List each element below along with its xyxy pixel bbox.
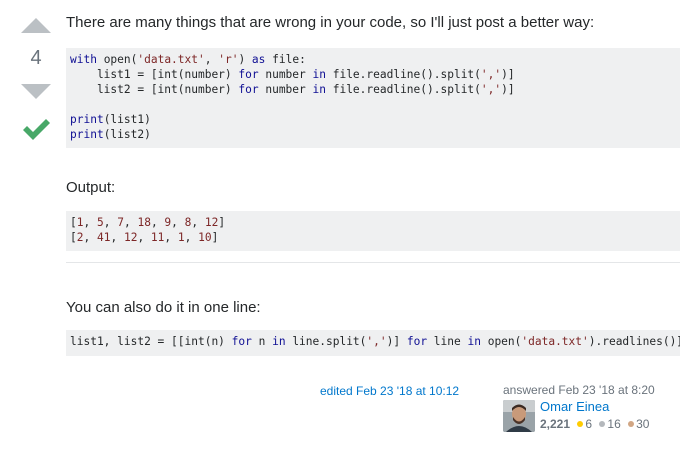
answered-time: answered Feb 23 '18 at 8:20 — [503, 383, 655, 397]
silver-badge-count: 16 — [607, 417, 621, 431]
code-token: , — [103, 216, 118, 229]
code-token: ] — [211, 231, 219, 244]
code-token: number — [258, 83, 313, 96]
intro-text: There are many things that are wrong in … — [66, 14, 595, 31]
code-token: 1 — [177, 231, 185, 244]
user-card: answered Feb 23 '18 at 8:20 Omar Einea 2… — [503, 383, 683, 432]
code-token: , — [83, 216, 97, 229]
code-token: 41 — [96, 231, 111, 244]
code-token: file: — [265, 53, 306, 66]
edited-link[interactable]: edited Feb 23 '18 at 10:12 — [320, 384, 459, 398]
code-token: ] — [218, 216, 226, 229]
code-token: , — [191, 216, 205, 229]
code-token: list1 = [int(number) — [70, 68, 239, 81]
code-line: [2, 41, 12, 11, 1, 10] — [70, 230, 680, 245]
divider — [66, 262, 680, 263]
code-token: in — [312, 68, 326, 81]
code-token: , — [184, 231, 199, 244]
code-token: as — [251, 53, 266, 66]
code-token: , — [204, 53, 219, 66]
oneline-label: You can also do it in one line: — [66, 299, 261, 316]
output-label: Output: — [66, 179, 116, 196]
code-token: for — [406, 335, 428, 348]
code-token: 5 — [96, 216, 104, 229]
code-token: ',' — [480, 83, 502, 96]
code-token: , — [164, 231, 178, 244]
code-line: list1, list2 = [[int(n) for n in line.sp… — [70, 334, 680, 349]
vote-score: 4 — [30, 47, 42, 69]
code-token: in — [272, 335, 286, 348]
code-line: [1, 5, 7, 18, 9, 8, 12] — [70, 215, 680, 230]
downvote-arrow-icon[interactable] — [21, 84, 51, 99]
code-token: )] — [501, 68, 515, 81]
code-token: 7 — [117, 216, 124, 229]
code-token: open( — [96, 53, 138, 66]
user-avatar-icon — [503, 400, 535, 432]
code-token: )] — [501, 83, 515, 96]
code-token: 'data.txt' — [521, 335, 589, 348]
code-token: ).readlines()] — [588, 335, 680, 348]
code-token: line — [427, 335, 468, 348]
code-token: 2 — [76, 231, 84, 244]
code-line: print(list2) — [70, 127, 680, 142]
code-token: 11 — [150, 231, 165, 244]
code-token: list2 = [int(number) — [70, 83, 239, 96]
code-token: n — [251, 335, 273, 348]
code-token: ) — [238, 53, 252, 66]
code-block-output: [1, 5, 7, 18, 9, 8, 12] [2, 41, 12, 11, 1… — [66, 211, 680, 251]
code-token: line.split( — [285, 335, 367, 348]
code-token: 10 — [198, 231, 212, 244]
user-stats: 2,221 6 16 30 — [540, 417, 649, 431]
code-token: file.readline().split( — [325, 83, 481, 96]
code-block-oneline: list1, list2 = [[int(n) for n in line.sp… — [66, 330, 680, 356]
silver-badge-icon — [599, 421, 606, 428]
code-token: , — [171, 216, 185, 229]
code-token: [ — [70, 231, 77, 244]
reputation-score: 2,221 — [540, 417, 571, 431]
code-token: in — [312, 83, 326, 96]
code-token: 12 — [204, 216, 219, 229]
code-token: ',' — [366, 335, 387, 348]
code-token: , — [150, 216, 165, 229]
upvote-arrow-icon[interactable] — [21, 18, 51, 33]
gold-badge-icon — [577, 421, 584, 428]
code-block-main: with open('data.txt', 'r') as file: list… — [66, 48, 680, 148]
code-token: 1 — [76, 216, 84, 229]
code-line: with open('data.txt', 'r') as file: — [70, 52, 680, 67]
code-token: , — [137, 231, 151, 244]
accepted-check-icon — [23, 119, 50, 140]
code-token: ',' — [480, 68, 502, 81]
code-token: print — [70, 128, 104, 141]
code-token: 'r' — [218, 53, 239, 66]
gold-badge-count: 6 — [585, 417, 593, 431]
avatar[interactable] — [503, 400, 535, 432]
code-line: list2 = [int(number) for number in file.… — [70, 82, 680, 97]
code-token: (list2) — [103, 128, 151, 141]
code-token: open( — [480, 335, 522, 348]
code-token: , — [110, 231, 124, 244]
code-token: file.readline().split( — [325, 68, 481, 81]
code-token: list1, list2 = [[int(n) — [70, 335, 232, 348]
code-token: for — [238, 68, 259, 81]
bronze-badge-count: 30 — [636, 417, 650, 431]
code-token: , — [123, 216, 138, 229]
code-token: with — [70, 53, 97, 66]
user-name-link[interactable]: Omar Einea — [540, 399, 609, 414]
code-token: 12 — [123, 231, 138, 244]
code-line: print(list1) — [70, 112, 680, 127]
code-token: 'data.txt' — [137, 53, 205, 66]
code-token: )] — [386, 335, 407, 348]
code-token: [ — [70, 216, 77, 229]
code-token: 18 — [137, 216, 151, 229]
code-token: (list1) — [103, 113, 151, 126]
code-token: for — [231, 335, 252, 348]
code-token: , — [83, 231, 97, 244]
code-token: number — [258, 68, 313, 81]
code-token: print — [70, 113, 104, 126]
bronze-badge-icon — [628, 421, 635, 428]
code-token: for — [238, 83, 259, 96]
code-token: in — [467, 335, 481, 348]
code-line: list1 = [int(number) for number in file.… — [70, 67, 680, 82]
